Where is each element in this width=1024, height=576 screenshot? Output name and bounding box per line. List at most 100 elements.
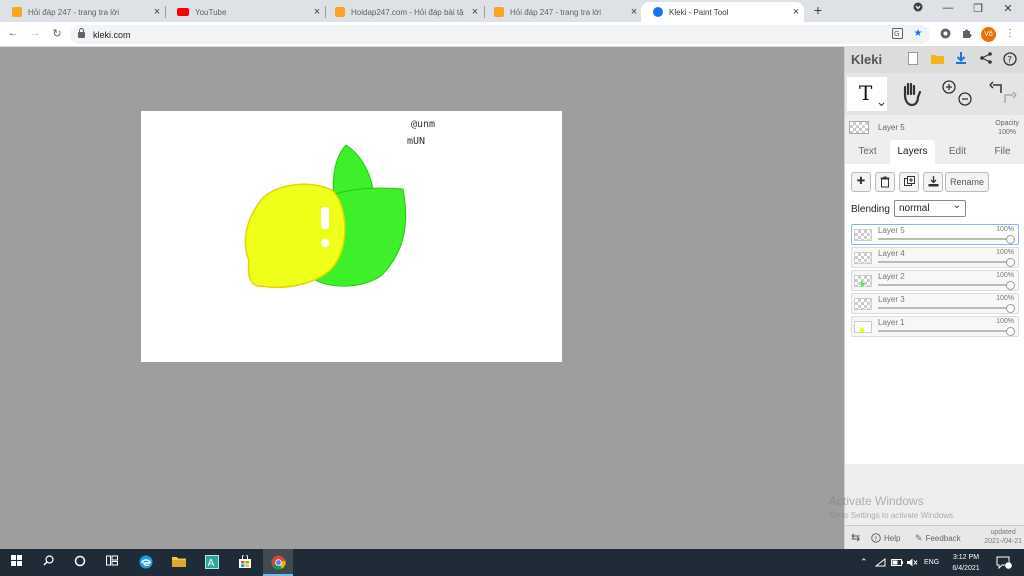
layer-opacity-slider[interactable]: [878, 307, 1008, 309]
tab-close-icon[interactable]: ×: [467, 6, 483, 18]
clock-date: 6/4/2021: [952, 565, 980, 572]
language-indicator[interactable]: ENG: [924, 549, 939, 576]
forward-arrow-icon[interactable]: →: [28, 27, 42, 39]
new-file-icon[interactable]: [905, 52, 921, 68]
undo-redo-buttons[interactable]: [983, 77, 1023, 111]
layer-thumbnail: [854, 229, 872, 241]
tab-file[interactable]: File: [980, 140, 1024, 164]
help-label: Help: [884, 533, 901, 543]
volume-icon[interactable]: [907, 549, 918, 576]
bookmark-star-icon[interactable]: ★: [911, 28, 925, 39]
layer-row-layer-1[interactable]: Layer 1 100%: [851, 316, 1019, 337]
opacity-slider-knob[interactable]: [1006, 281, 1015, 290]
layer-thumbnail: [854, 321, 872, 333]
opacity-readout: Opacity 100%: [995, 119, 1019, 137]
photo-app-icon[interactable]: A: [204, 555, 220, 571]
canvas-text-top: @unm: [411, 119, 436, 130]
delete-layer-button[interactable]: [875, 172, 895, 192]
layer-opacity-slider[interactable]: [878, 261, 1008, 263]
current-layer-thumbnail: [849, 121, 869, 134]
opacity-slider-knob[interactable]: [1006, 327, 1015, 336]
svg-text:A: A: [208, 558, 215, 569]
screen: Hỏi đáp 247 - trang tra lời × YouTube × …: [0, 0, 1024, 576]
extension-circle-icon[interactable]: [938, 28, 952, 42]
tab-text[interactable]: Text: [845, 140, 890, 164]
download-icon[interactable]: [953, 52, 969, 68]
system-clock[interactable]: 3:12 PM 6/4/2021: [946, 552, 986, 574]
add-layer-button[interactable]: ✚: [851, 172, 871, 192]
hoidap-favicon-icon: [12, 7, 22, 17]
canvas-text-bottom: mUN: [407, 136, 426, 147]
text-tool-button[interactable]: T: [847, 77, 887, 111]
profile-avatar[interactable]: Vô: [981, 27, 996, 42]
merge-down-button[interactable]: [923, 172, 943, 192]
duplicate-layer-button[interactable]: [899, 172, 919, 192]
swap-sides-icon[interactable]: ⇆: [851, 531, 860, 544]
opacity-slider-knob[interactable]: [1006, 258, 1015, 267]
reload-icon[interactable]: ↻: [50, 27, 64, 40]
new-tab-button[interactable]: +: [810, 2, 826, 18]
address-bar[interactable]: kleki.com: [70, 25, 930, 44]
layer-opacity-slider[interactable]: [878, 284, 1008, 286]
tab-hoidap247-3[interactable]: Hỏi đáp 247 - trang tra lời ×: [482, 2, 642, 22]
notification-center-icon[interactable]: 1: [996, 549, 1012, 576]
blending-mode-select[interactable]: normal: [894, 198, 966, 217]
restore-button[interactable]: ❐: [966, 2, 990, 15]
store-icon[interactable]: [237, 554, 253, 571]
opacity-slider-knob[interactable]: [1006, 235, 1015, 244]
opacity-slider-knob[interactable]: [1006, 304, 1015, 313]
zoom-buttons[interactable]: [937, 77, 977, 111]
minimize-button[interactable]: —: [936, 2, 960, 14]
network-icon[interactable]: [874, 549, 886, 576]
tab-title: Hoidap247.com - Hỏi đáp bài tậ: [351, 7, 464, 17]
search-icon[interactable]: [40, 555, 56, 571]
file-explorer-icon[interactable]: [171, 555, 187, 571]
canvas-workspace[interactable]: @unm mUN: [0, 47, 844, 549]
activate-windows-watermark: Activate Windows Go to Settings to activ…: [829, 494, 955, 520]
layer-row-layer-2[interactable]: Layer 2 100%: [851, 270, 1019, 291]
cortana-icon[interactable]: [72, 555, 88, 571]
rename-layer-button[interactable]: Rename: [945, 172, 989, 192]
tab-close-icon[interactable]: ×: [149, 6, 165, 18]
tab-close-icon[interactable]: ×: [626, 6, 642, 18]
tab-layers[interactable]: Layers: [890, 140, 935, 164]
back-arrow-icon[interactable]: ←: [6, 27, 20, 39]
close-window-button[interactable]: ✕: [996, 2, 1020, 15]
layer-opacity: 100%: [996, 295, 1014, 302]
tab-edit[interactable]: Edit: [935, 140, 980, 164]
layer-row-layer-5[interactable]: Layer 5 100%: [851, 224, 1019, 245]
share-icon[interactable]: [978, 52, 994, 68]
tab-search-icon[interactable]: [906, 2, 930, 15]
tab-hoidap247-1[interactable]: Hỏi đáp 247 - trang tra lời ×: [0, 2, 165, 22]
battery-icon[interactable]: [891, 549, 903, 576]
tray-overflow-icon[interactable]: ⌃: [860, 549, 868, 576]
layer-row-layer-4[interactable]: Layer 4 100%: [851, 247, 1019, 268]
layer-opacity-slider[interactable]: [878, 330, 1008, 332]
help-button[interactable]: ? Help: [871, 533, 900, 543]
feedback-label: Feedback: [925, 534, 961, 543]
help-circle-icon[interactable]: ?: [1002, 52, 1018, 68]
hand-tool-button[interactable]: [891, 77, 931, 111]
layer-row-layer-3[interactable]: Layer 3 100%: [851, 293, 1019, 314]
windows-start-icon[interactable]: [8, 555, 24, 571]
translate-icon[interactable]: G: [890, 28, 904, 42]
tab-hoidap247-2[interactable]: Hoidap247.com - Hỏi đáp bài tậ ×: [323, 2, 483, 22]
tab-close-icon[interactable]: ×: [788, 6, 804, 18]
feedback-button[interactable]: ✎ Feedback: [915, 533, 961, 544]
drawing-canvas[interactable]: @unm mUN: [141, 111, 562, 362]
merge-down-icon: [928, 176, 938, 187]
layer-thumbnail: [854, 298, 872, 310]
chrome-taskbar-icon[interactable]: [263, 549, 293, 576]
tab-title: Kleki - Paint Tool: [669, 7, 729, 17]
edge-browser-icon[interactable]: [138, 555, 154, 571]
extensions-puzzle-icon[interactable]: [959, 28, 973, 42]
tab-youtube[interactable]: YouTube ×: [165, 2, 325, 22]
updated-date: 2021-/04-21: [984, 538, 1022, 545]
task-view-icon[interactable]: [104, 555, 120, 571]
tab-kleki[interactable]: Kleki - Paint Tool ×: [641, 2, 804, 22]
zoom-in-icon: [942, 80, 956, 94]
layer-opacity-slider[interactable]: [878, 238, 1008, 240]
menu-dots-icon[interactable]: ⋮: [1003, 28, 1017, 39]
current-layer-info: Layer 5 Opacity 100%: [845, 115, 1024, 139]
open-folder-icon[interactable]: [929, 52, 945, 68]
